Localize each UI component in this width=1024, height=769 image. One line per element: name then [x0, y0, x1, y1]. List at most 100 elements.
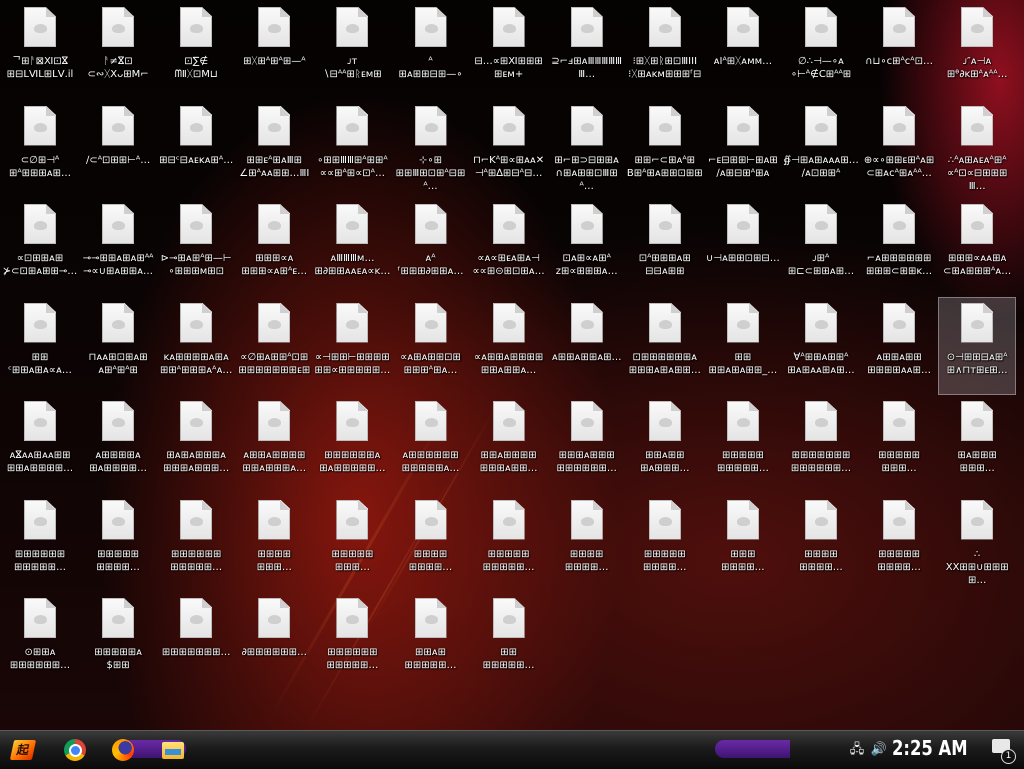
desktop-file-icon[interactable]: ∴ XX⊞⊞∪⊞⊞⊞⊞… — [939, 495, 1015, 591]
desktop-file-icon[interactable]: ∝∅⊞ᴀ⊞⊞ᴬ⊡⊞ ⊞⊞⊞⊞⊞⊞⊞ᴇ⊞ — [236, 298, 312, 394]
desktop-file-icon[interactable]: ⊞⊞⊞⊞ ⊞⊞⊞… — [236, 495, 312, 591]
desktop-file-icon[interactable]: ⊓ᴀᴀ⊞⊡⊞ᴀ⊞ ᴀ⊞ᴬ⊞ᴬ⊞ — [80, 298, 156, 394]
desktop-file-icon[interactable]: ᴀ⊞⊞⊞⊞⊞⊞ ⊞⊞⊞⊞⊞ᴀ… — [393, 396, 469, 492]
taskbar-app-file-explorer[interactable] — [158, 736, 188, 764]
desktop-file-icon[interactable]: ∕⊂ᴬ⊡⊞⊞⊢ᴬ… — [80, 101, 156, 197]
desktop-file-icon[interactable]: ⊞⊞⊞⊞⊞⊞⊞ ⊞⊞⊞⊞⊞⊞… — [783, 396, 859, 492]
desktop-file-icon[interactable]: ᄀ⊞ᚨ⊠Ⅺ⊡ⴵ ⊞⊟ⅬⅥⅬ⊞ⅬⅤ.ⅰⅼ — [2, 2, 78, 98]
desktop-file-icon[interactable]: ⊞⊞⊞⊞⊞⊞ᴀ ⊞ᴀ⊞⊞⊞⊞⊞… — [314, 396, 390, 492]
desktop-file-icon[interactable]: ⊙⊞⊞ᴀ ⊞⊞⊞⊞⊞⊞… — [2, 593, 78, 689]
desktop-file-icon[interactable]: ∂⊞⊞⊞⊞⊞⊞… — [236, 593, 312, 689]
desktop-file-icon[interactable]: ⊳⊸⊞ᴀ⊞ᴬ⊞—⊢ ∘⊞⊞⊞ᴍ⊞⊡ — [158, 199, 234, 295]
file-icon — [102, 401, 135, 441]
desktop-file-icon[interactable]: ᴋᴀ⊞⊞⊞⊞ᴀ⊞ᴀ ⊞⊞ᴬ⊞⊞⊞ᴀᴬᴀ… — [158, 298, 234, 394]
desktop-file-icon[interactable]: ∪⊣ᴀ⊞⊞⊡⊞⊟… — [705, 199, 781, 295]
desktop-file-icon[interactable]: ⊞⊞⊞∝ᴀ ⊞⊞⊞∝ᴀ⊞ᴬᴇ… — [236, 199, 312, 295]
desktop-file-icon[interactable]: ⊞⊞⊞⊞ ⊞⊞⊞⊞… — [393, 495, 469, 591]
desktop-file-icon[interactable]: ∝⊣⊞⊞⊢⊞⊞⊞⊞ ⊞⊞∝⊞⊞⊞⊞⊞… — [314, 298, 390, 394]
desktop-file-icon[interactable]: ⊞⊟ᶜ⊟ᴀᴇᴋᴀ⊞ᴬ… — [158, 101, 234, 197]
desktop-file-icon[interactable]: ⊹∘⊞ ⊞⊞Ⅲ⊞⊡⊞ᴬ⊟⊞ᴬ… — [393, 101, 469, 197]
desktop-file-icon[interactable]: ⊂∅⊞⊣ᴬ ⊞ᴬ⊞⊞⊞ᴀ⊞… — [2, 101, 78, 197]
taskbar-app-firefox[interactable] — [108, 736, 138, 764]
desktop-file-icon[interactable]: ∩⊔∘ᴄ⊞ᴬᴄᴬ⊡… — [861, 2, 937, 98]
desktop-file-icon[interactable]: ∝ᴀ∝⊞ᴇᴀ⊞ᴀ⊣ ∝∝⊞⊝⊞⊡⊞ᴀ… — [471, 199, 547, 295]
desktop-file-icon[interactable]: ⊞⊞⌐⊂⊞ᴀᴬ⊞ B⊞ᴬ⊞ᴀ⊞⊞⊡⊞⊞ — [627, 101, 703, 197]
desktop-file-icon[interactable]: ⊞⊞⊞⊞⊞ ⊞⊞⊞⊞… — [627, 495, 703, 591]
desktop-file-icon[interactable]: ⊞⊞⊞⊞⊞ ⊞⊞⊞… — [314, 495, 390, 591]
desktop-file-icon[interactable]: ⊕∝∘⊞⊞ᴇ⊞ᴬᴀ⊞ ⊂⊞ᴀᴄᴬ⊞ᴀᴬᴬ… — [861, 101, 937, 197]
desktop-file-icon[interactable]: ᴊ⊞ᴬ ⊞⊏⊂⊞⊞ᴀ⊞… — [783, 199, 859, 295]
desktop-file-icon[interactable]: ⊡∑∉ ᗰⅡᚷ⊡Ⅿ⊔ — [158, 2, 234, 98]
desktop-file-icon[interactable]: ᚨ≠ⴵ⊡ ⊂∾ᚷXᴗ⊞Ⅿ⌐ — [80, 2, 156, 98]
clock[interactable]: 2:25 AM — [892, 736, 968, 760]
desktop-file-icon[interactable]: ⊞ᚷ⊞ᴬ⊞ᴬ⊞—ᴬ — [236, 2, 312, 98]
desktop-file-icon[interactable]: ᴊ″ᴀ⊣ᴀ ⊞ᶿ∂ᴋ⊞ᴬᴀᴬᴬ… — [939, 2, 1015, 98]
desktop-file-icon[interactable]: ∴ᴬᴀ⊞ᴀᴇᴀᴬ⊞ᴬ ∝ᴬ⊡∝⊟⊞⊞⊞Ⅲ… — [939, 101, 1015, 197]
desktop-file-icon[interactable]: ⊞⌐⊞⊃⊟⊞⊞ᴀ ∩⊞ᴀ⊞⊞⊡Ⅲ⊞ᴬ… — [549, 101, 625, 197]
desktop-file-icon[interactable]: ⊸⊸⊞⊞ᴀ⊞ᴀ⊞ᴬᴬ ⊸∝∪⊞ᴀ⊞⊞ᴀ… — [80, 199, 156, 295]
desktop-file-icon[interactable]: ⊙⊣⊞⊞⊟ᴀ⊞ᴬ ⊞∧⊓ᴛ⊞ᴇ⊞… — [938, 296, 1017, 395]
desktop-file-icon[interactable]: ⊓⌐Kᴬ⊞∝⊞ᴀᴀ✕ ⊣ᴬ⊞∆⊞⊟ᴬ⊟… — [471, 101, 547, 197]
desktop-file-icon[interactable]: ⊞⊞⊞ᴀ⊞⊞⊞ ⊞⊞⊞⊞⊞⊞… — [549, 396, 625, 492]
desktop-file-icon[interactable]: ⊞⊞⊞⊞⊞⊞ ⊞⊞⊞⊞⊞… — [2, 495, 78, 591]
desktop-file-icon[interactable]: ⊞⊞⊞⊞⊞⊞⊞… — [158, 593, 234, 689]
desktop-file-icon[interactable]: ∀ᴬ⊞⊞ᴀ⊞⊞ᴬ ⊞ᴀ⊞ᴀᴀ⊞ᴀ⊞… — [783, 298, 859, 394]
desktop-file-icon[interactable]: ᴀ⊞⊞ᴀ⊞⊞ᴀ⊞… — [549, 298, 625, 394]
desktop-file-icon[interactable]: ᴀᴬ ᶠ⊞⊞⊞∂⊞⊞ᴀ… — [393, 199, 469, 295]
desktop-file-icon[interactable]: ⁝⊞ᚷ⊞ᚱ⊞⊡ⅢⅠⅠⅠ ⁝ᚷ⊞ᴀᴋᴍ⊞⊞⊞ᶠ⊟ — [627, 2, 703, 98]
desktop-file-icon[interactable]: ⊇⌐ⅎ⊞ᴀⅢⅢⅢⅢⅢⅢ… — [549, 2, 625, 98]
desktop-file-icon[interactable]: ⊞⊞⊞⊞⊞ ⊞⊞⊞… — [861, 396, 937, 492]
notification-center-button[interactable]: 1 — [992, 739, 1016, 764]
desktop-file-icon[interactable]: ᴀ⊞⊞⊞⊞ᴀ ⊞ᴀ⊞⊞⊞⊞… — [80, 396, 156, 492]
desktop-file-icon[interactable]: ∅∴⊣—∘ᴀ ∘⊢ᴬ∉Ⅽ⊞ᴬᴬ⊞ — [783, 2, 859, 98]
desktop-file-icon[interactable]: ᴬ ⊞ᴀ⊞⊞⊟⊞—∘ — [393, 2, 469, 98]
desktop-file-icon[interactable]: ⊡⊞⊞⊞⊞⊞⊞ᴀ ⊞⊞⊞ᴀ⊞ᴀ⊞⊞… — [627, 298, 703, 394]
desktop-file-icon[interactable]: ∝ᴀ⊞⊞ᴀ⊞⊞⊞⊞ ⊞⊞ᴀ⊞⊞ᴀ… — [471, 298, 547, 394]
desktop-file-icon[interactable]: ⊞⊞⊞⊞⊞ ⊞⊞⊞⊞… — [80, 495, 156, 591]
desktop-file-icon[interactable]: ⊞⊞⊞⊞ ⊞⊞⊞⊞… — [549, 495, 625, 591]
desktop-file-icon[interactable]: ⊞⊞ᴇᴬ⊞ᴀⅢ⊞ ∠⊞ᴬᴀᴀ⊞⊞…ⅢⅠ — [236, 101, 312, 197]
desktop-file-icon[interactable]: ᴀⴵᴀᴀ⊞ᴀᴀ⊞⊞ ⊞⊞ᴀ⊞⊞⊞⊞… — [2, 396, 78, 492]
desktop-file-icon[interactable]: ⌐ᴀ⊞⊞⊞⊞⊞⊞ ⊞⊞⊞⊂⊞⊞ᴋ… — [861, 199, 937, 295]
taskbar-app-chrome[interactable] — [60, 736, 90, 764]
desktop-file-icon[interactable]: ᴀⅢⅢⅢᴍ… ⊞∂⊞⊞ᴀᴀᴇᴀ∝ᴋ… — [314, 199, 390, 295]
desktop-file-icon[interactable]: ⊞⊞ ⊞⊞⊞⊞⊞… — [471, 593, 547, 689]
desktop-file-icon[interactable]: ⊞ᴀ⊞ᴀ⊞⊞⊞ᴀ ⊞⊞⊞ᴀ⊞⊞⊞… — [158, 396, 234, 492]
desktop-file-icon[interactable]: ᴀ⊞⊞ᴀ⊞⊞⊞⊞ ⊞⊞ᴀ⊞⊞⊞ᴀ… — [236, 396, 312, 492]
taskbar: 起 🖧 🔊 2:25 AM 1 — [0, 730, 1024, 769]
desktop-file-icon[interactable]: ⊞⊞⊞⊞⊞⊞ ⊞⊞⊞⊞⊞… — [314, 593, 390, 689]
desktop-file-icon[interactable]: ⊟…∝⊞Ⅺ⊞⊞⊞⊞ᴇᴍ+ — [471, 2, 547, 98]
desktop-file-icon[interactable]: ⊡ᴬ⊞⊞⊞ᴀ⊞ ⊟⊟ᴀ⊞⊞ — [627, 199, 703, 295]
desktop-file-icon[interactable]: ᴊᴛ ∖⊟ᴬᴬ⊞ᚱᴇᴍ⊞ — [314, 2, 390, 98]
desktop-file-icon[interactable]: ⊞⊞ ᶜ⊞⊞ᴀ⊞ᴀ∝ᴀ… — [2, 298, 78, 394]
desktop-file-icon[interactable]: ⌐ᴇ⊟⊞⊞⊢⊞ᴀ⊞ ∕ᴀ⊞⊟⊞ᴬ⊞ᴀ — [705, 101, 781, 197]
desktop-file-icon[interactable]: ⊞⊞⊞⊞⊞ ⊞⊞⊞⊞⊞… — [705, 396, 781, 492]
file-name-label: ᴋᴀ⊞⊞⊞⊞ᴀ⊞ᴀ ⊞⊞ᴬ⊞⊞⊞ᴀᴬᴀ… — [160, 351, 233, 376]
file-name-label: ⊞⊞⊞⊞⊞⊞ ⊞⊞⊞⊞⊞… — [14, 548, 66, 573]
desktop-file-icon[interactable]: ∝ᴀ⊞ᴀ⊞⊞⊡⊞ ⊞⊞⊞ᴬ⊞ᴀ… — [393, 298, 469, 394]
desktop-file-icon[interactable]: ⊞⊞⊞⊞⊞ᴀ $⊞⊞ — [80, 593, 156, 689]
desktop-file-icon[interactable]: ⊞⊞ ⊞⊞ᴀ⊞ᴀ⊞⊞_… — [705, 298, 781, 394]
desktop-file-icon[interactable]: ᴀ⊞⊞ᴀ⊞⊞ ⊞⊞⊞⊞ᴀᴀ⊞… — [861, 298, 937, 394]
desktop-file-icon[interactable]: ⊞ᴀ⊞⊞⊞ ⊞⊞⊞… — [939, 396, 1015, 492]
desktop-file-icon[interactable]: ⊞⊞⊞ ⊞⊞⊞⊞… — [705, 495, 781, 591]
desktop-file-icon[interactable]: ⊞⊞⊞⊞⊞ ⊞⊞⊞⊞⊞… — [471, 495, 547, 591]
file-icon — [883, 7, 916, 47]
desktop-file-icon[interactable]: ∘⊞⊞ⅢⅢ⊞ᴬ⊞⊞ᴬ ∝∝⊞ᴬ⊞∝⊡ᴬ… — [314, 101, 390, 197]
desktop-file-icon[interactable]: ⊞⊞ᴀ⊞ ⊞⊞⊞⊞⊞… — [393, 593, 469, 689]
start-button[interactable]: 起 — [6, 734, 40, 766]
desktop-file-icon[interactable]: ∝⊡⊞⊞ᴀ⊞ ⊁⊂⊡⊞ᴀ⊞⊞⊸… — [2, 199, 78, 295]
desktop-file-icon[interactable]: ⊞⊞⊞⊞⊞ ⊞⊞⊞⊞… — [861, 495, 937, 591]
desktop-file-icon[interactable]: ⊡ᴀ⊞∝ᴀ⊞ᴬ ᴢ⊞∝⊞⊞⊞ᴀ… — [549, 199, 625, 295]
desktop-file-icon[interactable]: ⊞⊞⊞⊞⊞⊞ ⊞⊞⊞⊞⊞… — [158, 495, 234, 591]
desktop-file-icon[interactable]: ⊞⊞ᴀ⊞⊞ ⊞ᴀ⊞⊞⊞… — [627, 396, 703, 492]
file-name-label: ⊞⊞ᴇᴬ⊞ᴀⅢ⊞ ∠⊞ᴬᴀᴀ⊞⊞…ⅢⅠ — [239, 154, 310, 179]
desktop-file-icon[interactable]: ⊞⊞⊞∝ᴀᴀ⊞ᴀ ⊂⊞ᴀ⊞⊞⊞ᴬᴀ… — [939, 199, 1015, 295]
network-icon[interactable]: 🖧 — [848, 741, 866, 759]
desktop-file-icon[interactable]: ⊞⊞⊞⊞ ⊞⊞⊞⊞… — [783, 495, 859, 591]
volume-icon[interactable]: 🔊 — [870, 741, 888, 759]
desktop-file-icon[interactable]: ∯⊣⊞ᴀ⊞ᴀᴀᴀ⊞… ∕ᴀ⊡⊞⊞ᴬ — [783, 101, 859, 197]
desktop-file-icon[interactable]: ᴀⅠᴬ⊞ᚷᴀᴍᴍ… — [705, 2, 781, 98]
desktop-file-icon[interactable]: ⊞⊞ᴀ⊞⊞⊞⊞ ⊞⊞⊞ᴀ⊞⊞… — [471, 396, 547, 492]
desktop[interactable]: ᄀ⊞ᚨ⊠Ⅺ⊡ⴵ ⊞⊟ⅬⅥⅬ⊞ⅬⅤ.ⅰⅼ ᚨ≠ⴵ⊡ ⊂∾ᚷXᴗ⊞Ⅿ⌐ ⊡∑∉ ᗰⅡᚷ⊡… — [0, 0, 1024, 730]
